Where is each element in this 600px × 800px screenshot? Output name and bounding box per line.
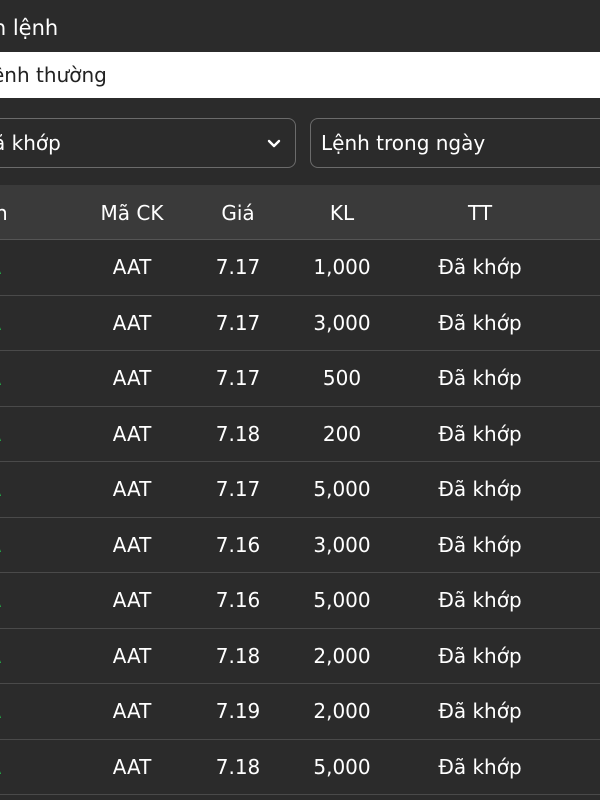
cell-price: 7.17 bbox=[215, 255, 261, 280]
cell-qty: 5,000 bbox=[313, 477, 371, 502]
cell-price: 7.18 bbox=[215, 421, 261, 446]
table-row[interactable]: UA AAT 7.18 5,000 Đã khớp bbox=[0, 740, 600, 795]
cell-price: 7.18 bbox=[215, 754, 261, 779]
cell-code: AAT bbox=[112, 699, 152, 724]
cell-status: Đã khớp bbox=[438, 477, 522, 502]
cell-side: UA bbox=[0, 629, 40, 684]
cell-side: UA bbox=[0, 684, 40, 739]
cell-code: AAT bbox=[112, 588, 152, 613]
cell-status: Đã khớp bbox=[438, 310, 522, 335]
chevron-down-icon bbox=[267, 139, 281, 148]
cell-code: AAT bbox=[112, 477, 152, 502]
table-header: ệnh Mã CK Giá KL TT bbox=[0, 185, 600, 240]
cell-price: 7.16 bbox=[215, 532, 261, 557]
scope-filter-dropdown[interactable]: Lệnh trong ngày bbox=[310, 118, 600, 168]
table-row[interactable]: UA AAT 7.17 500 Đã khớp bbox=[0, 351, 600, 407]
table-row[interactable]: UA AAT 7.18 200 Đã khớp bbox=[0, 407, 600, 462]
header-side[interactable]: ệnh bbox=[0, 185, 40, 240]
cell-code: AAT bbox=[112, 310, 152, 335]
cell-code: AAT bbox=[112, 255, 152, 280]
cell-status: Đã khớp bbox=[438, 588, 522, 613]
cell-side: UA bbox=[0, 573, 40, 628]
cell-qty: 3,000 bbox=[313, 310, 371, 335]
cell-status: Đã khớp bbox=[438, 532, 522, 557]
cell-qty: 200 bbox=[322, 421, 362, 446]
table-row[interactable]: UA AAT 7.16 5,000 Đã khớp bbox=[0, 573, 600, 629]
cell-price: 7.17 bbox=[215, 477, 261, 502]
status-filter-value: ã khớp bbox=[0, 131, 61, 155]
header-price[interactable]: Giá bbox=[198, 185, 278, 240]
cell-code: AAT bbox=[112, 366, 152, 391]
cell-status: Đã khớp bbox=[438, 699, 522, 724]
cell-side: UA bbox=[0, 407, 40, 462]
cell-code: AAT bbox=[112, 754, 152, 779]
cell-status: Đã khớp bbox=[438, 421, 522, 446]
cell-price: 7.16 bbox=[215, 588, 261, 613]
cell-side: UA bbox=[0, 518, 40, 573]
section-title: ọn lệnh bbox=[0, 16, 59, 40]
cell-price: 7.19 bbox=[215, 699, 261, 724]
cell-status: Đã khớp bbox=[438, 754, 522, 779]
cell-side: UA bbox=[0, 351, 40, 406]
cell-status: Đã khớp bbox=[438, 255, 522, 280]
order-book-panel: ọn lệnh ệnh thường ã khớp Lệnh trong ngà… bbox=[0, 0, 600, 800]
cell-qty: 500 bbox=[322, 366, 362, 391]
cell-side: UA bbox=[0, 240, 40, 295]
cell-code: AAT bbox=[112, 643, 152, 668]
header-status[interactable]: TT bbox=[410, 185, 550, 240]
cell-side: UA bbox=[0, 296, 40, 351]
order-type-selector[interactable]: ệnh thường bbox=[0, 52, 600, 98]
table-row[interactable]: UA AAT 7.17 5,000 Đã khớp bbox=[0, 462, 600, 518]
header-code[interactable]: Mã CK bbox=[82, 185, 182, 240]
cell-qty: 2,000 bbox=[313, 643, 371, 668]
status-filter-dropdown[interactable]: ã khớp bbox=[0, 118, 296, 168]
cell-price: 7.17 bbox=[215, 366, 261, 391]
table-row[interactable]: UA AAT 7.17 3,000 Đã khớp bbox=[0, 296, 600, 351]
cell-qty: 2,000 bbox=[313, 699, 371, 724]
cell-price: 7.17 bbox=[215, 310, 261, 335]
table-row[interactable]: UA AAT 7.19 2,000 Đã khớp bbox=[0, 684, 600, 740]
cell-code: AAT bbox=[112, 532, 152, 557]
cell-qty: 5,000 bbox=[313, 754, 371, 779]
cell-side: UA bbox=[0, 462, 40, 517]
cell-code: AAT bbox=[112, 421, 152, 446]
cell-price: 7.18 bbox=[215, 643, 261, 668]
table-row[interactable]: UA AAT 7.17 1,000 Đã khớp bbox=[0, 240, 600, 296]
cell-status: Đã khớp bbox=[438, 643, 522, 668]
cell-qty: 3,000 bbox=[313, 532, 371, 557]
table-row[interactable]: UA AAT 7.16 3,000 Đã khớp bbox=[0, 518, 600, 573]
cell-side: UA bbox=[0, 740, 40, 795]
header-qty[interactable]: KL bbox=[290, 185, 394, 240]
cell-qty: 1,000 bbox=[313, 255, 371, 280]
cell-qty: 5,000 bbox=[313, 588, 371, 613]
cell-status: Đã khớp bbox=[438, 366, 522, 391]
scope-filter-value: Lệnh trong ngày bbox=[321, 131, 486, 155]
table-row[interactable]: UA AAT 7.18 2,000 Đã khớp bbox=[0, 629, 600, 684]
orders-table-body: UA AAT 7.17 1,000 Đã khớp UA AAT 7.17 3,… bbox=[0, 240, 600, 795]
